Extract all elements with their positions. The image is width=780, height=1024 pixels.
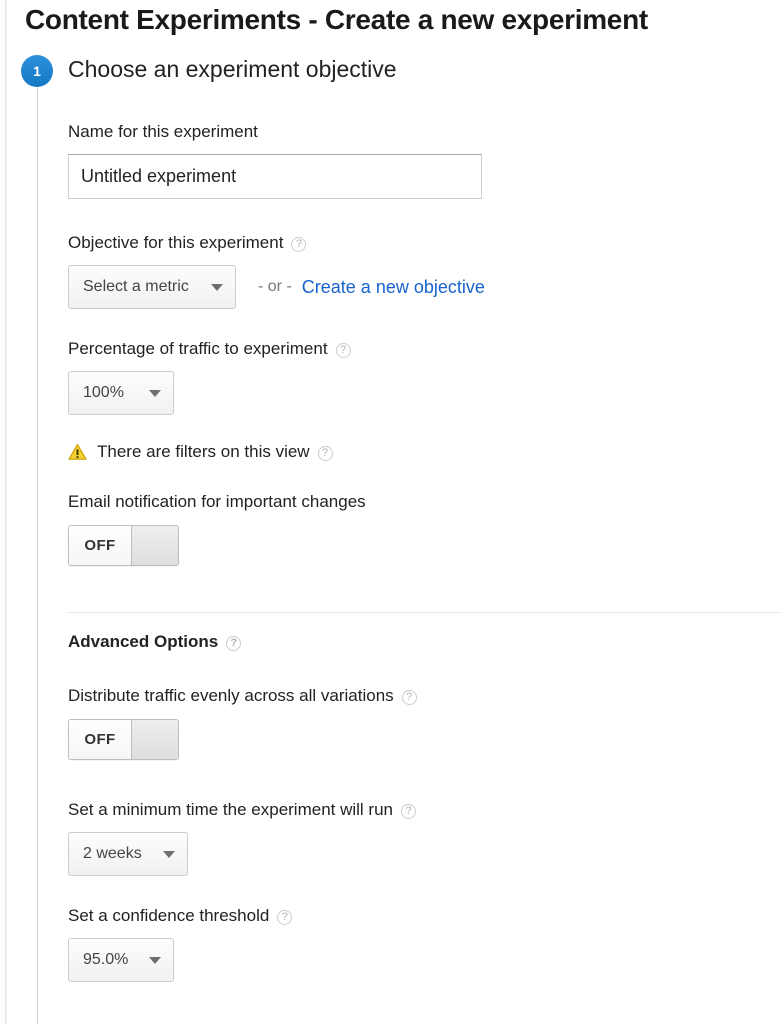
toggle-knob[interactable] [131,720,178,759]
filters-notice: There are filters on this view ? [68,442,768,462]
objective-label-text: Objective for this experiment [68,233,284,252]
minimum-time-dropdown[interactable]: 2 weeks [68,832,188,876]
toggle-knob[interactable] [131,526,178,565]
distribute-traffic-label: Distribute traffic evenly across all var… [68,686,768,706]
create-new-objective-link[interactable]: Create a new objective [302,277,485,298]
minimum-time-label: Set a minimum time the experiment will r… [68,800,768,820]
traffic-percentage-row: 100% [68,371,768,415]
traffic-percentage-dropdown-value: 100% [83,384,124,401]
field-objective: Objective for this experiment ? Select a… [68,233,768,309]
minimum-time-row: 2 weeks [68,832,768,876]
warning-triangle-icon [68,444,87,460]
advanced-options-heading: Advanced Options ? [68,632,768,652]
help-icon[interactable]: ? [317,445,333,461]
field-email-notification: Email notification for important changes… [68,492,768,566]
confidence-threshold-row: 95.0% [68,938,768,982]
traffic-percentage-label: Percentage of traffic to experiment ? [68,339,768,359]
field-traffic-percentage: Percentage of traffic to experiment ? 10… [68,339,768,415]
help-icon[interactable]: ? [277,909,293,925]
step-title: Choose an experiment objective [68,56,397,82]
traffic-percentage-dropdown[interactable]: 100% [68,371,174,415]
confidence-threshold-dropdown-value: 95.0% [83,951,129,968]
distribute-traffic-toggle-state: OFF [69,720,131,759]
chevron-down-icon [149,389,161,397]
email-notification-label-text: Email notification for important changes [68,492,366,511]
confidence-threshold-dropdown[interactable]: 95.0% [68,938,174,982]
distribute-traffic-toggle[interactable]: OFF [68,719,179,760]
step-number-badge: 1 [21,55,53,87]
objective-controls-row: Select a metric - or - Create a new obje… [68,265,768,309]
or-separator: - or - [258,278,292,295]
field-confidence-threshold: Set a confidence threshold ? 95.0% [68,906,768,982]
chevron-down-icon [163,850,175,858]
field-minimum-time: Set a minimum time the experiment will r… [68,800,768,876]
objective-metric-dropdown-value: Select a metric [83,278,189,295]
confidence-threshold-label: Set a confidence threshold ? [68,906,768,926]
confidence-threshold-label-text: Set a confidence threshold [68,906,270,925]
help-icon[interactable]: ? [401,689,417,705]
minimum-time-label-text: Set a minimum time the experiment will r… [68,800,394,819]
distribute-traffic-label-text: Distribute traffic evenly across all var… [68,686,394,705]
email-notification-toggle-state: OFF [69,526,131,565]
help-icon[interactable]: ? [291,236,307,252]
traffic-percentage-label-text: Percentage of traffic to experiment [68,339,328,358]
email-notification-label: Email notification for important changes [68,492,768,512]
help-icon[interactable]: ? [335,342,351,358]
advanced-options-heading-text: Advanced Options [68,632,219,651]
minimum-time-dropdown-value: 2 weeks [83,845,142,862]
chevron-down-icon [149,956,161,964]
help-icon[interactable]: ? [401,803,417,819]
experiment-form: Name for this experiment Objective for t… [68,122,768,982]
page-title: Content Experiments - Create a new exper… [25,4,648,35]
email-notification-toggle[interactable]: OFF [68,525,179,566]
field-experiment-name: Name for this experiment [68,122,768,199]
step-timeline-line [37,71,38,1024]
help-icon[interactable]: ? [226,635,242,651]
experiment-name-input[interactable] [68,154,482,199]
objective-label: Objective for this experiment ? [68,233,768,253]
chevron-down-icon [211,283,223,291]
advanced-options-section: Advanced Options ? [68,632,768,652]
experiment-name-label: Name for this experiment [68,122,768,142]
objective-metric-dropdown[interactable]: Select a metric [68,265,236,309]
field-distribute-traffic: Distribute traffic evenly across all var… [68,686,768,760]
experiment-name-label-text: Name for this experiment [68,122,258,141]
filters-notice-text: There are filters on this view [97,442,310,461]
page-left-border-inner [6,0,7,1024]
